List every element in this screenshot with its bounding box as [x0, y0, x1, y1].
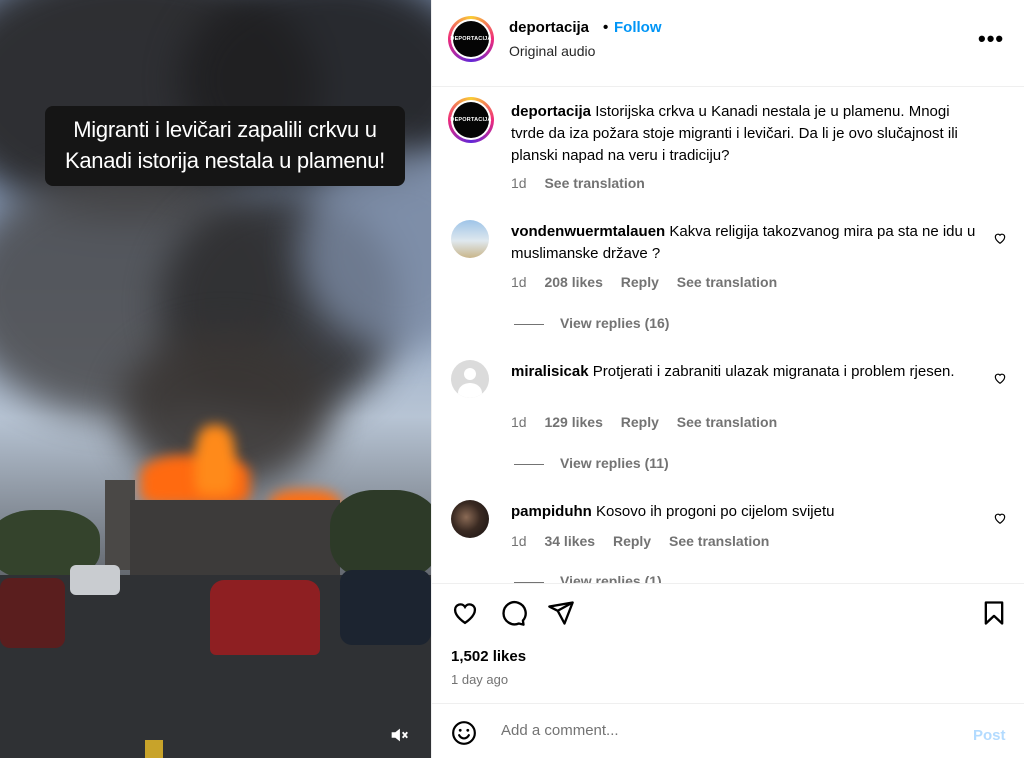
post-likes-count[interactable]: 1,502 likes: [451, 648, 526, 665]
comment-bubble-icon[interactable]: [499, 599, 527, 627]
separator-dot: •: [603, 19, 609, 36]
default-avatar-icon[interactable]: [451, 360, 489, 398]
post-video[interactable]: Migranti i levičari zapalili crkvu u Kan…: [0, 0, 431, 758]
comment-time[interactable]: 1d: [511, 274, 527, 290]
video-caption-overlay: Migranti i levičari zapalili crkvu u Kan…: [45, 106, 405, 186]
comment-likes[interactable]: 34 likes: [544, 533, 595, 549]
view-replies-label: View replies (11): [560, 455, 669, 471]
add-comment-bar: Post: [432, 703, 1024, 759]
reply-button[interactable]: Reply: [621, 414, 659, 430]
comment-text: Kosovo ih progoni po cijelom svijetu: [596, 503, 835, 520]
post-details-panel: DEPORTACIJA deportacija • Follow Origina…: [431, 0, 1024, 758]
see-translation-button[interactable]: See translation: [677, 414, 777, 430]
commenter-avatar[interactable]: [451, 220, 489, 258]
save-bookmark-icon[interactable]: [980, 599, 1008, 627]
view-replies-button[interactable]: View replies (11): [514, 455, 669, 471]
caption-username[interactable]: deportacija: [511, 103, 591, 120]
car: [340, 570, 431, 645]
car: [70, 565, 120, 595]
see-translation-button[interactable]: See translation: [677, 274, 777, 290]
like-comment-heart-icon[interactable]: [993, 231, 1007, 245]
comment-likes[interactable]: 208 likes: [544, 274, 602, 290]
red-car: [210, 580, 320, 655]
trees: [330, 490, 431, 580]
view-replies-button[interactable]: View replies (1): [514, 573, 662, 583]
fire-flame: [195, 425, 235, 495]
comment-text-block: pampiduhn Kosovo ih progoni po cijelom s…: [511, 501, 979, 523]
like-heart-icon[interactable]: [451, 599, 479, 627]
more-options-icon[interactable]: •••: [978, 26, 1004, 52]
author-username[interactable]: deportacija: [509, 19, 589, 36]
comment-text-block: miralisicak Protjerati i zabraniti ulaza…: [511, 361, 979, 383]
caption-author-avatar[interactable]: DEPORTACIJA: [448, 97, 494, 143]
author-avatar[interactable]: DEPORTACIJA: [448, 16, 494, 62]
view-replies-label: View replies (16): [560, 315, 670, 331]
post-caption: deportacija Istorijska crkva u Kanadi ne…: [511, 101, 979, 167]
comment-text-block: vondenwuermtalauen Kakva religija takozv…: [511, 221, 979, 265]
view-replies-label: View replies (1): [560, 573, 662, 583]
author-avatar-logo: DEPORTACIJA: [450, 21, 491, 57]
comment-likes[interactable]: 129 likes: [544, 414, 602, 430]
comment-time[interactable]: 1d: [511, 533, 527, 549]
church-building: [130, 500, 340, 575]
replies-divider: [514, 463, 544, 465]
emoji-icon[interactable]: [451, 720, 477, 746]
view-replies-button[interactable]: View replies (16): [514, 315, 669, 331]
comments-list[interactable]: DEPORTACIJA deportacija Istorijska crkva…: [432, 87, 1024, 583]
reply-button[interactable]: Reply: [621, 274, 659, 290]
share-paper-plane-icon[interactable]: [547, 599, 575, 627]
like-comment-heart-icon[interactable]: [993, 371, 1007, 385]
car: [0, 578, 65, 648]
see-translation-button[interactable]: See translation: [544, 175, 644, 191]
comment-input[interactable]: [499, 721, 943, 740]
post-actions: 1,502 likes 1 day ago: [432, 583, 1024, 704]
follow-button[interactable]: Follow: [614, 19, 662, 36]
comment-username[interactable]: vondenwuermtalauen: [511, 223, 665, 240]
post-comment-button[interactable]: Post: [973, 727, 1006, 744]
comment-text: Protjerati i zabraniti ulazak migranata …: [592, 363, 955, 380]
commenter-avatar[interactable]: [451, 500, 489, 538]
comment-meta: 1d 34 likes Reply See translation: [511, 533, 783, 549]
reply-button[interactable]: Reply: [613, 533, 651, 549]
caption-meta: 1d See translation: [511, 175, 659, 191]
post-header: DEPORTACIJA deportacija • Follow Origina…: [432, 0, 1024, 87]
post-timestamp[interactable]: 1 day ago: [451, 672, 508, 687]
see-translation-button[interactable]: See translation: [669, 533, 769, 549]
like-comment-heart-icon[interactable]: [993, 511, 1007, 525]
caption-time[interactable]: 1d: [511, 175, 527, 191]
comment-username[interactable]: miralisicak: [511, 363, 589, 380]
comment-meta: 1d 208 likes Reply See translation: [511, 274, 791, 290]
comment-time[interactable]: 1d: [511, 414, 527, 430]
comment-username[interactable]: pampiduhn: [511, 503, 592, 520]
muted-audio-icon[interactable]: [388, 724, 410, 746]
comment-meta: 1d 129 likes Reply See translation: [511, 414, 791, 430]
replies-divider: [514, 323, 544, 325]
author-avatar-logo: DEPORTACIJA: [450, 102, 491, 138]
lot-marking: [145, 740, 163, 758]
audio-label[interactable]: Original audio: [509, 43, 595, 59]
